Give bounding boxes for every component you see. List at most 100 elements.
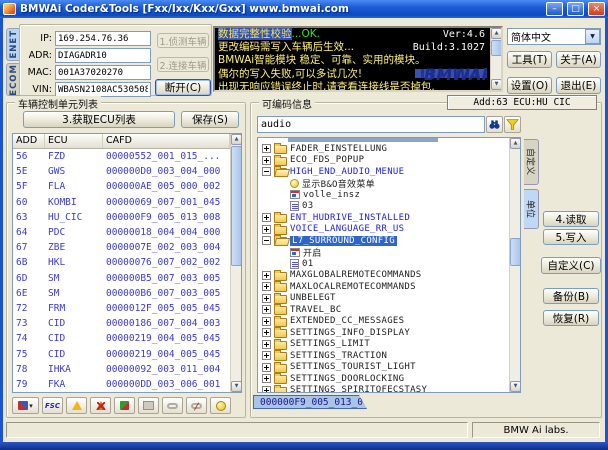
table-row[interactable]: 5FFLA000000AE_005_000_002 (13, 179, 230, 194)
scrollbar-thumb[interactable] (231, 146, 242, 266)
table-row[interactable]: 64PDC00000018_004_004_000 (13, 225, 230, 240)
expand-icon[interactable] (262, 144, 271, 153)
search-input[interactable] (257, 116, 485, 133)
filter-button[interactable] (504, 116, 521, 133)
tab-ecom[interactable]: ECOM (6, 63, 20, 96)
table-row[interactable]: 6BHKL00000076_007_002_002 (13, 255, 230, 270)
tree-item[interactable]: ECO_FDS_POPUP (258, 155, 509, 167)
tree-item[interactable]: FADER_EINSTELLUNG (258, 143, 509, 155)
scroll-down-icon[interactable]: ▼ (491, 79, 502, 90)
settings-button[interactable]: 设置(O) (507, 77, 552, 94)
table-row[interactable]: 6DSM000000B5_007_003_005 (13, 271, 230, 286)
cafd-bottom-tab[interactable]: 000000F9_005_013_008 (253, 395, 367, 409)
table-row[interactable]: 72FRM0000012F_005_005_045 (13, 301, 230, 316)
adr-input[interactable] (55, 48, 151, 63)
table-row[interactable]: 6ESM000000B6_007_003_005 (13, 286, 230, 301)
read-button[interactable]: 4.读取 (543, 211, 599, 227)
minimize-button[interactable]: – (546, 2, 563, 16)
tree-item[interactable]: volle_insz (258, 189, 509, 201)
tree-item[interactable]: 01 (258, 258, 509, 270)
table-row[interactable]: 56FZD00000552_001_015_... (13, 149, 230, 164)
custom-button[interactable]: 自定义(C) (541, 257, 601, 274)
tree-item[interactable]: 03 (258, 201, 509, 213)
expand-icon[interactable] (262, 213, 271, 222)
tree-item[interactable]: SETTINGS_SPIRITOFECSTASY (258, 385, 509, 394)
expand-icon[interactable] (262, 317, 271, 326)
tree-item[interactable]: ENT_HUDRIVE_INSTALLED (258, 212, 509, 224)
scroll-up-icon[interactable]: ▲ (231, 134, 242, 145)
collapse-icon[interactable] (262, 167, 271, 176)
scroll-down-icon[interactable]: ▼ (510, 381, 521, 392)
restore-button[interactable]: 恢复(R) (543, 310, 599, 326)
expand-icon[interactable] (262, 305, 271, 314)
toolbar-flag-button[interactable] (114, 397, 135, 414)
expand-icon[interactable] (262, 374, 271, 383)
toolbar-warning-button[interactable] (66, 397, 87, 414)
tree-item[interactable]: SETTINGS_TOURIST_LIGHT (258, 362, 509, 374)
expand-icon[interactable] (262, 340, 271, 349)
table-row[interactable]: 60KOMBI00000069_007_001_045 (13, 195, 230, 210)
exit-button[interactable]: 退出(E) (556, 77, 601, 94)
chevron-down-icon[interactable]: ▼ (585, 29, 600, 44)
column-header[interactable]: ADD (13, 134, 45, 148)
get-ecu-list-button[interactable]: 3.获取ECU列表 (23, 111, 175, 128)
expand-icon[interactable] (262, 282, 271, 291)
column-header[interactable]: ECU (45, 134, 103, 148)
side-tab[interactable]: 单位 (524, 189, 539, 229)
scrollbar-thumb[interactable] (491, 40, 502, 56)
expand-icon[interactable] (262, 156, 271, 165)
about-button[interactable]: 关于(A) (556, 51, 601, 68)
write-button[interactable]: 5.写入 (543, 229, 599, 245)
language-select[interactable]: 简体中文 ▼ (507, 28, 601, 45)
find-button[interactable] (486, 116, 503, 133)
tree-item[interactable]: 显示B&O音效菜单 (258, 178, 509, 190)
tree-item[interactable]: MAXLOCALREMOTECOMMANDS (258, 281, 509, 293)
toolbar-antenna-error-button[interactable] (90, 397, 111, 414)
backup-button[interactable]: 备份(B) (543, 288, 599, 304)
mac-input[interactable] (55, 65, 151, 80)
expand-icon[interactable] (262, 351, 271, 360)
side-tab[interactable]: 自定义 (524, 139, 539, 185)
vin-input[interactable] (55, 82, 151, 97)
tree-item[interactable]: SETTINGS_INFO_DISPLAY (258, 327, 509, 339)
tree-item[interactable]: SETTINGS_TRACTION (258, 350, 509, 362)
table-row[interactable]: 78IHKA00000092_003_011_004 (13, 362, 230, 377)
toolbar-tools-dropdown-button[interactable]: ▾ (12, 397, 39, 414)
table-row[interactable]: 79FKA000000DD_003_006_001 (13, 377, 230, 392)
collapse-icon[interactable] (262, 236, 271, 245)
toolbar-window-disabled-button[interactable] (138, 397, 159, 414)
tree-item[interactable]: L7_SURROUND_CONFIG (258, 235, 509, 247)
expand-icon[interactable] (262, 328, 271, 337)
expand-icon[interactable] (262, 271, 271, 280)
tree-item[interactable]: UNBELEGT (258, 293, 509, 305)
table-row[interactable]: 67ZBE0000007E_002_003_004 (13, 240, 230, 255)
tree-item[interactable]: SETTINGS_LIMIT (258, 339, 509, 351)
table-row[interactable]: 73CID00000186_007_004_003 (13, 316, 230, 331)
tree-item[interactable]: SETTINGS_DOORLOCKING (258, 373, 509, 385)
tree-item[interactable]: TRAVEL_BC (258, 304, 509, 316)
tools-button[interactable]: 工具(T) (507, 51, 552, 68)
table-row[interactable]: 5EGWS000000D0_003_004_000 (13, 164, 230, 179)
title-bar[interactable]: BMWAi Coder&Tools [Fxx/Ixx/Kxx/Gxx] www.… (0, 0, 608, 18)
disconnect-button[interactable]: 断开(C) (155, 79, 211, 96)
table-row[interactable]: 74CID00000219_004_005_045 (13, 331, 230, 346)
column-header[interactable]: CAFD (103, 134, 230, 148)
table-row[interactable]: 75CID00000219_004_005_045 (13, 346, 230, 361)
tree-item[interactable]: VOICE_LANGUAGE_RR_US (258, 224, 509, 236)
tab-enet[interactable]: ENET (6, 28, 20, 61)
close-button[interactable]: × (588, 2, 605, 16)
detect-vehicle-button[interactable]: 1.侦测车辆 (157, 33, 209, 48)
tree-item[interactable]: HIGH_END_AUDIO_MENUE (258, 166, 509, 178)
expand-icon[interactable] (262, 294, 271, 303)
maximize-button[interactable]: □ (567, 2, 584, 16)
scrollbar-thumb[interactable] (510, 238, 521, 266)
console-scrollbar[interactable]: ▲ ▼ (490, 28, 501, 90)
toolbar-fsc-button[interactable]: FSC (42, 397, 63, 414)
expand-icon[interactable] (262, 225, 271, 234)
scroll-down-icon[interactable]: ▼ (231, 381, 242, 392)
connect-vehicle-button[interactable]: 2.连接车辆 (157, 57, 209, 72)
tree-item[interactable]: 开启 (258, 247, 509, 259)
toolbar-help-button[interactable] (210, 397, 231, 414)
ip-input[interactable] (55, 31, 151, 46)
expand-icon[interactable] (262, 386, 271, 393)
